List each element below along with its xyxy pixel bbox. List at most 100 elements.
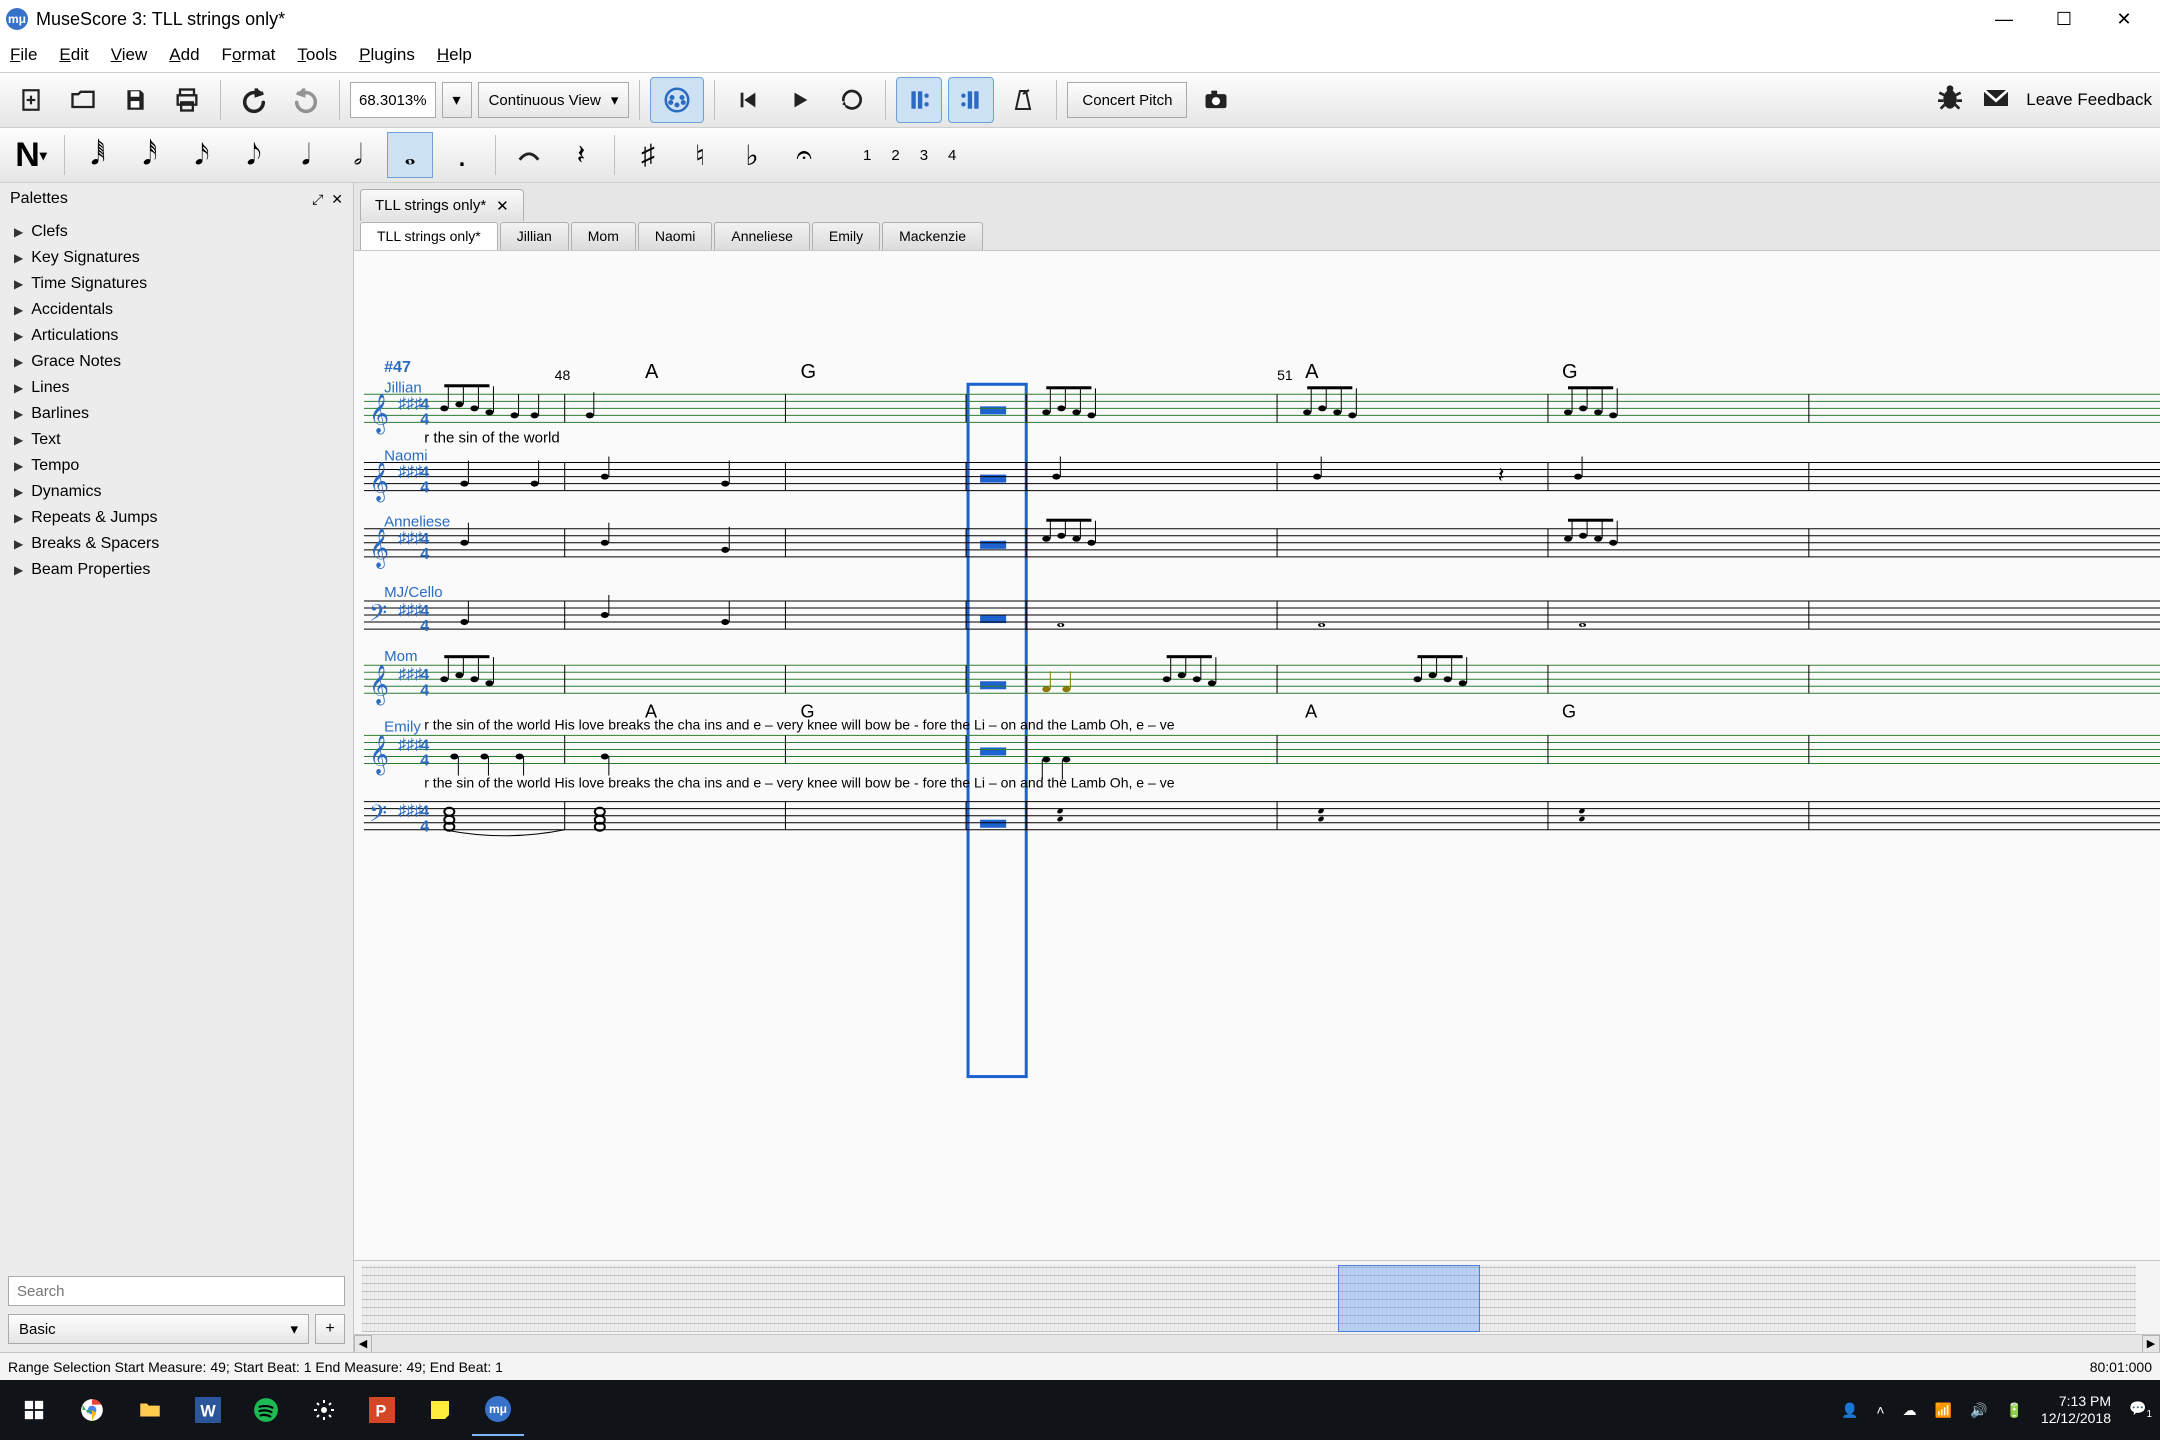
palette-grace-notes[interactable]: ▶Grace Notes (0, 349, 353, 375)
rewind-button[interactable] (725, 77, 771, 123)
taskbar-musescore[interactable]: mμ (472, 1384, 524, 1436)
menu-view[interactable]: View (111, 45, 148, 65)
taskbar-chrome[interactable] (66, 1384, 118, 1436)
16th-note-button[interactable]: 𝅘𝅥𝅯 (179, 132, 225, 178)
tray-wifi-icon[interactable]: 📶 (1935, 1402, 1952, 1419)
print-button[interactable] (164, 77, 210, 123)
tray-up-icon[interactable]: ˄ (1876, 1402, 1884, 1418)
palette-add-button[interactable]: + (315, 1314, 345, 1344)
taskbar-settings[interactable] (298, 1384, 350, 1436)
tie-button[interactable] (506, 132, 552, 178)
play-button[interactable] (777, 77, 823, 123)
image-capture-button[interactable] (1193, 77, 1239, 123)
palette-text[interactable]: ▶Text (0, 427, 353, 453)
part-tab-naomi[interactable]: Naomi (638, 222, 712, 250)
64th-note-button[interactable]: 𝅘𝅥𝅱 (75, 132, 121, 178)
loop-in-button[interactable] (896, 77, 942, 123)
close-button[interactable]: ✕ (2094, 0, 2154, 38)
part-tab-mackenzie[interactable]: Mackenzie (882, 222, 983, 250)
palette-time-signatures[interactable]: ▶Time Signatures (0, 271, 353, 297)
navigator-panel[interactable]: ◀ ▶ (354, 1260, 2160, 1352)
rest-button[interactable]: 𝄽 (558, 132, 604, 178)
zoom-value[interactable]: 68.3013% (350, 82, 436, 118)
open-button[interactable] (60, 77, 106, 123)
palette-articulations[interactable]: ▶Articulations (0, 323, 353, 349)
midi-input-button[interactable] (650, 77, 704, 123)
taskbar-word[interactable]: W (182, 1384, 234, 1436)
natural-button[interactable]: ♮ (677, 132, 723, 178)
tray-battery-icon[interactable]: 🔋 (2005, 1402, 2022, 1419)
menu-help[interactable]: Help (437, 45, 472, 65)
palette-mode-dropdown[interactable]: Basic▾ (8, 1314, 309, 1344)
loop-out-button[interactable] (948, 77, 994, 123)
tray-notifications-icon[interactable]: 💬1 (2129, 1400, 2152, 1420)
tray-clock[interactable]: 7:13 PM 12/12/2018 (2041, 1393, 2111, 1427)
dot-button[interactable]: . (439, 132, 485, 178)
flat-button[interactable]: ♭ (729, 132, 775, 178)
note-input-mode[interactable]: N▾ (8, 132, 54, 178)
mail-icon[interactable] (1980, 82, 2012, 119)
part-tab-main[interactable]: TLL strings only* (360, 222, 498, 250)
taskbar-spotify[interactable] (240, 1384, 292, 1436)
voice-2[interactable]: 2 (891, 147, 899, 164)
part-tab-mom[interactable]: Mom (571, 222, 636, 250)
document-tab[interactable]: TLL strings only* ✕ (360, 189, 524, 221)
palette-clefs[interactable]: ▶Clefs (0, 219, 353, 245)
palette-tempo[interactable]: ▶Tempo (0, 453, 353, 479)
save-button[interactable] (112, 77, 158, 123)
taskbar-sticky-notes[interactable] (414, 1384, 466, 1436)
taskbar-powerpoint[interactable]: P (356, 1384, 408, 1436)
concert-pitch-button[interactable]: Concert Pitch (1067, 82, 1187, 118)
palette-beam-properties[interactable]: ▶Beam Properties (0, 557, 353, 583)
whole-note-button[interactable]: 𝅝 (387, 132, 433, 178)
palette-lines[interactable]: ▶Lines (0, 375, 353, 401)
part-tab-anneliese[interactable]: Anneliese (714, 222, 810, 250)
new-score-button[interactable] (8, 77, 54, 123)
tray-onedrive-icon[interactable]: ☁ (1903, 1402, 1917, 1419)
maximize-button[interactable]: ☐ (2034, 0, 2094, 38)
quarter-note-button[interactable]: 𝅘𝅥 (283, 132, 329, 178)
palette-repeats[interactable]: ▶Repeats & Jumps (0, 505, 353, 531)
metronome-button[interactable] (1000, 77, 1046, 123)
palette-barlines[interactable]: ▶Barlines (0, 401, 353, 427)
loop-button[interactable] (829, 77, 875, 123)
menu-format[interactable]: Format (222, 45, 276, 65)
hscroll-right[interactable]: ▶ (2142, 1335, 2160, 1353)
palette-dynamics[interactable]: ▶Dynamics (0, 479, 353, 505)
voice-4[interactable]: 4 (948, 147, 956, 164)
close-tab-icon[interactable]: ✕ (496, 197, 509, 215)
hscroll-left[interactable]: ◀ (354, 1335, 372, 1353)
half-note-button[interactable]: 𝅗𝅥 (335, 132, 381, 178)
tray-people-icon[interactable]: 👤 (1841, 1402, 1858, 1419)
palettes-close-icon[interactable]: ✕ (331, 191, 343, 208)
minimize-button[interactable]: — (1974, 0, 2034, 38)
taskbar-file-explorer[interactable] (124, 1384, 176, 1436)
menu-tools[interactable]: Tools (297, 45, 337, 65)
voice-3[interactable]: 3 (920, 147, 928, 164)
bug-icon[interactable] (1934, 82, 1966, 119)
part-tab-emily[interactable]: Emily (812, 222, 880, 250)
palette-search-input[interactable] (8, 1276, 345, 1306)
zoom-dropdown[interactable]: ▾ (442, 82, 472, 118)
menu-edit[interactable]: Edit (59, 45, 88, 65)
palette-breaks[interactable]: ▶Breaks & Spacers (0, 531, 353, 557)
menu-add[interactable]: Add (169, 45, 199, 65)
8th-note-button[interactable]: 𝅘𝅥𝅮 (231, 132, 277, 178)
redo-button[interactable] (283, 77, 329, 123)
palette-key-signatures[interactable]: ▶Key Signatures (0, 245, 353, 271)
32nd-note-button[interactable]: 𝅘𝅥𝅰 (127, 132, 173, 178)
feedback-label[interactable]: Leave Feedback (2026, 90, 2152, 110)
palette-accidentals[interactable]: ▶Accidentals (0, 297, 353, 323)
menu-file[interactable]: File (10, 45, 37, 65)
part-tab-jillian[interactable]: Jillian (500, 222, 569, 250)
view-mode-dropdown[interactable]: Continuous View▾ (478, 82, 630, 118)
voice-1[interactable]: 1 (863, 147, 871, 164)
tray-volume-icon[interactable]: 🔊 (1970, 1402, 1987, 1419)
flip-button[interactable]: 𝄐 (781, 132, 827, 178)
start-button[interactable] (8, 1384, 60, 1436)
palettes-undock-icon[interactable]: ⤢ (312, 191, 323, 208)
navigator-selection[interactable] (1338, 1265, 1480, 1332)
score-canvas[interactable]: #47 48 A G 51 A G Jillian (354, 251, 2160, 1260)
sharp-button[interactable]: ♯ (625, 132, 671, 178)
undo-button[interactable] (231, 77, 277, 123)
